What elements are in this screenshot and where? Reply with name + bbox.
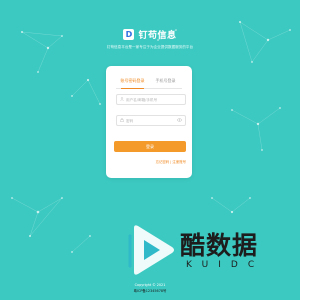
kuidc-watermark: 酷数据 KUIDC xyxy=(124,222,300,282)
username-input[interactable] xyxy=(125,95,182,104)
footer-beian[interactable]: 粤ICP备12345678号 xyxy=(0,288,300,293)
password-field[interactable] xyxy=(116,115,186,126)
login-button[interactable]: 登录 xyxy=(114,141,186,152)
tagline: 钉苟信息平台是一家专注于为企业提供数据服务的平台 xyxy=(106,45,194,49)
tab-phone-login[interactable]: 手机号登录 xyxy=(149,78,182,88)
username-field[interactable] xyxy=(116,94,186,105)
play-logo-icon xyxy=(128,225,174,275)
password-input[interactable] xyxy=(125,116,177,125)
brand-name: 钉苟信息 xyxy=(138,31,177,41)
login-page: D 钉苟信息 钉苟信息平台是一家专注于为企业提供数据服务的平台 账号密码登录 手… xyxy=(0,0,300,300)
login-card: 账号密码登录 手机号登录 登录 忘记密码 | 注册账号 xyxy=(106,66,192,178)
auth-links[interactable]: 忘记密码 | 注册账号 xyxy=(156,159,186,164)
watermark-cn-text: 酷数据 xyxy=(180,231,259,260)
eye-icon[interactable] xyxy=(177,118,182,123)
login-tabs: 账号密码登录 手机号登录 xyxy=(116,78,182,89)
watermark-en-text: KUIDC xyxy=(186,260,265,270)
brand-logo-icon: D xyxy=(123,29,135,40)
tab-password-login[interactable]: 账号密码登录 xyxy=(116,78,149,89)
brand-header: D 钉苟信息 xyxy=(0,28,300,41)
